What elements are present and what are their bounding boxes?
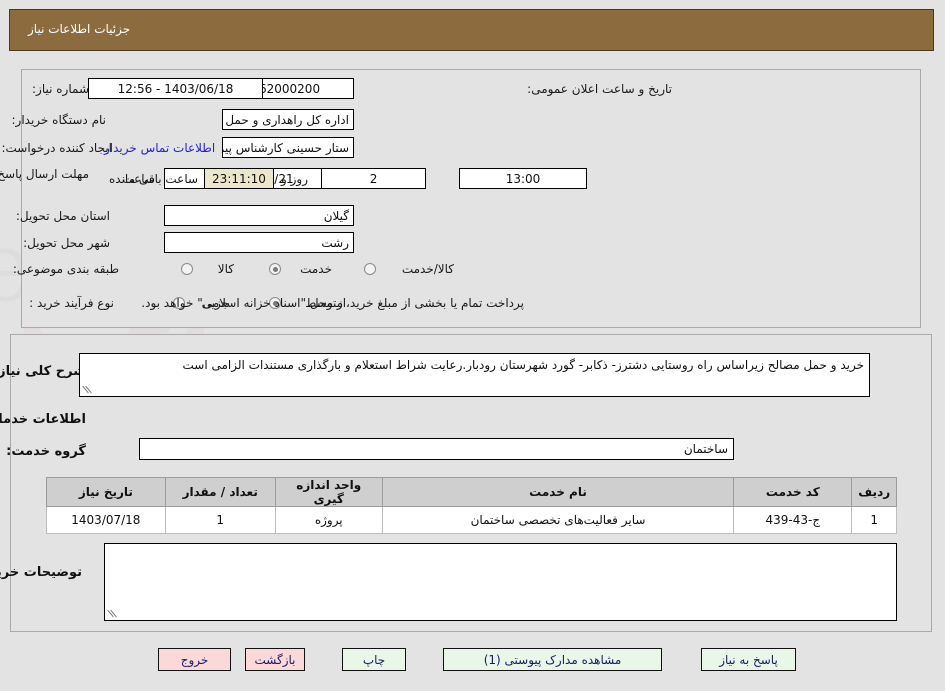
days-remaining-value: 2 [370, 171, 379, 186]
deadline-label: مهلت ارسال پاسخ: تا تاریخ: [0, 167, 90, 181]
respond-to-need-button[interactable]: پاسخ به نیاز [702, 648, 797, 671]
col-service-name: نام خدمت [382, 477, 736, 507]
buyer-notes-textarea[interactable] [105, 543, 898, 621]
services-table: ردیف کد خدمت نام خدمت واحد اندازه گیری ت… [47, 477, 898, 534]
radio-category-kala-label: کالا [218, 262, 235, 276]
print-button[interactable]: چاپ [343, 648, 407, 671]
need-number-label: شماره نیاز: [33, 82, 90, 96]
radio-category-kala[interactable] [182, 263, 194, 275]
resize-grip-icon[interactable] [83, 385, 93, 395]
requester-label: ایجاد کننده درخواست: [2, 141, 113, 155]
province-value: گیلان [324, 208, 350, 223]
col-need-date: تاریخ نیاز [47, 477, 167, 507]
col-quantity: تعداد / مقدار [165, 477, 277, 507]
category-label: طبقه بندی موضوعی: [13, 262, 120, 276]
radio-category-kala-khedmat-label: کالا/خدمت [402, 262, 455, 276]
buyer-notes-label: توضیحات خریدار: [0, 565, 83, 580]
page-title: جزئیات اطلاعات نیاز [29, 22, 132, 36]
general-desc-label: شرح کلی نیاز: [0, 364, 87, 379]
back-button[interactable]: بازگشت [246, 648, 306, 671]
col-service-code: کد خدمت [734, 477, 854, 507]
service-group-field[interactable]: ساختمان [140, 438, 735, 460]
general-desc-textarea[interactable]: خرید و حمل مصالح زیراساس راه روستایی دشت… [80, 353, 871, 397]
exit-button[interactable]: خروج [159, 648, 232, 671]
days-remaining-label: روز و [282, 172, 309, 186]
services-info-heading: اطلاعات خدمات مورد نیاز [0, 412, 87, 427]
cell-index: 1 [852, 506, 898, 534]
radio-category-khedmat-label: خدمت [301, 262, 333, 276]
countdown-value: 23:11:10 [213, 171, 267, 186]
buyer-org-field[interactable]: اداره کل راهداری و حمل و نقل جاده ای است… [223, 109, 355, 130]
days-remaining-field[interactable]: 2 [322, 168, 427, 189]
cell-quantity: 1 [165, 506, 277, 534]
col-unit: واحد اندازه گیری [275, 477, 384, 507]
need-info-panel [22, 69, 922, 328]
table-header-row: ردیف کد خدمت نام خدمت واحد اندازه گیری ت… [47, 477, 898, 507]
announce-datetime-field[interactable]: 1403/06/18 - 12:56 [89, 78, 264, 99]
cell-need-date: 1403/07/18 [47, 506, 167, 534]
radio-category-khedmat[interactable] [270, 263, 282, 275]
deadline-time-value: 13:00 [506, 171, 542, 186]
table-row[interactable]: 1 ج-43-439 سایر فعالیت‌های تخصصی ساختمان… [47, 506, 898, 534]
city-label: شهر محل تحویل: [24, 236, 111, 250]
service-group-value: ساختمان [684, 442, 729, 456]
cell-unit: پروژه [275, 506, 384, 534]
buyer-org-label: نام دستگاه خریدار: [12, 113, 108, 127]
service-group-label: گروه خدمت: [7, 444, 87, 459]
province-field[interactable]: گیلان [165, 205, 355, 226]
announce-datetime-value: 1403/06/18 - 12:56 [118, 81, 235, 96]
payment-note: پرداخت تمام یا بخشی از مبلغ خرید،از محل … [142, 296, 525, 310]
col-index: ردیف [852, 477, 898, 507]
cell-service-name: سایر فعالیت‌های تخصصی ساختمان [382, 506, 736, 534]
cell-service-code: ج-43-439 [734, 506, 854, 534]
city-field[interactable]: رشت [165, 232, 355, 253]
announce-datetime-label: تاریخ و ساعت اعلان عمومی: [528, 82, 673, 96]
window-titlebar: جزئیات اطلاعات نیاز [10, 9, 935, 51]
countdown-field: 23:11:10 [205, 168, 275, 189]
deadline-time-field[interactable]: 13:00 [460, 168, 588, 189]
province-label: استان محل تحویل: [16, 209, 111, 223]
resize-grip-icon-2[interactable] [108, 609, 118, 619]
radio-category-kala-khedmat[interactable] [365, 263, 377, 275]
buyer-contact-link[interactable]: اطلاعات تماس خریدار [105, 141, 216, 155]
requester-value: ستار حسینی کارشناس پیمان ورسیدگی اداره ک… [224, 140, 350, 155]
view-attachments-button[interactable]: مشاهده مدارک پیوستی (1) [444, 648, 663, 671]
buyer-org-value: اداره کل راهداری و حمل و نقل جاده ای است… [224, 112, 350, 127]
city-value: رشت [322, 235, 350, 250]
requester-field[interactable]: ستار حسینی کارشناس پیمان ورسیدگی اداره ک… [223, 137, 355, 158]
countdown-label: ساعت باقی مانده [110, 172, 200, 186]
general-desc-value: خرید و حمل مصالح زیراساس راه روستایی دشت… [183, 358, 865, 372]
